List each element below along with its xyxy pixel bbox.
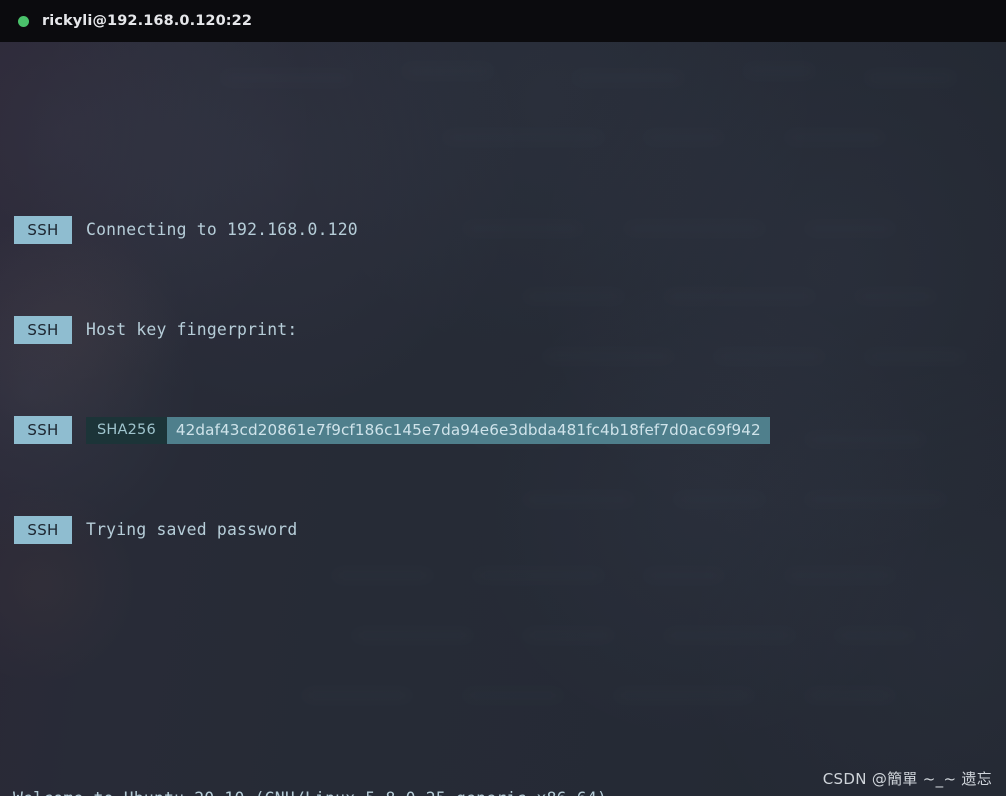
fingerprint-algorithm-tag: SHA256: [86, 416, 167, 444]
ssh-badge: SSH: [14, 516, 72, 544]
ssh-banner-row: SSH Trying saved password: [14, 516, 1006, 544]
ssh-banner-row: SSH Connecting to 192.168.0.120: [14, 216, 1006, 244]
window-titlebar: rickyli@192.168.0.120:22: [0, 0, 1006, 42]
terminal-screen[interactable]: SSH Connecting to 192.168.0.120 SSH Host…: [0, 42, 1006, 796]
ssh-password-message: Trying saved password: [86, 520, 298, 539]
ssh-connecting-message: Connecting to 192.168.0.120: [86, 220, 358, 239]
ssh-badge: SSH: [14, 316, 72, 344]
ssh-fingerprint-row: SSH SHA256 42daf43cd20861e7f9cf186c145e7…: [14, 416, 1006, 444]
fingerprint-value: 42daf43cd20861e7f9cf186c145e7da94e6e3dbd…: [166, 416, 770, 444]
connection-status-dot: [18, 15, 29, 27]
watermark: CSDN @簡單 ~_~ 遗忘: [822, 770, 992, 788]
ssh-badge: SSH: [14, 416, 72, 444]
ssh-banner: SSH Connecting to 192.168.0.120 SSH Host…: [14, 144, 1006, 616]
ssh-badge: SSH: [14, 216, 72, 244]
terminal-output: SSH Connecting to 192.168.0.120 SSH Host…: [0, 42, 1006, 796]
ssh-banner-row: SSH Host key fingerprint:: [14, 316, 1006, 344]
terminal-window: rickyli@192.168.0.120:22 SSH Connecting …: [0, 0, 1006, 796]
window-title: rickyli@192.168.0.120:22: [42, 13, 253, 29]
ssh-hostkey-message: Host key fingerprint:: [86, 320, 298, 339]
